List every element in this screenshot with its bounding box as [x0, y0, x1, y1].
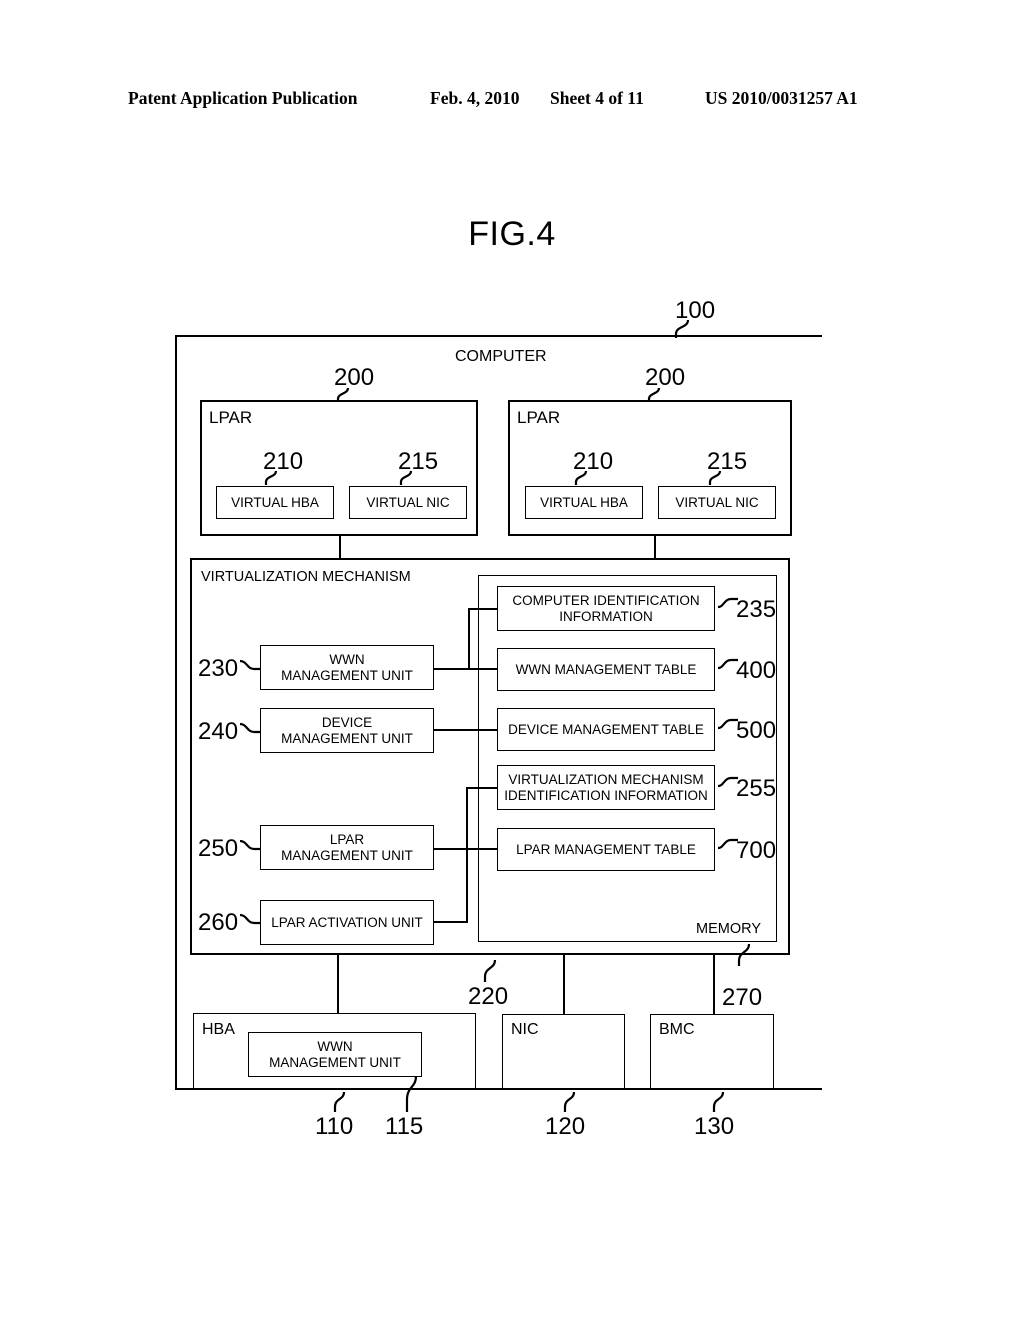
computer-box-top-edge [175, 335, 822, 337]
header-publication: Patent Application Publication [128, 88, 358, 108]
memory-ref-235: 235 [736, 596, 777, 623]
hba-inner-ref-115: 115 [385, 1113, 424, 1140]
memory-item-line2-235: INFORMATION [559, 608, 653, 624]
lpar-activation-unit-line1: LPAR ACTIVATION UNIT [271, 914, 423, 930]
hba-wwn-management-unit-line2: MANAGEMENT UNIT [269, 1054, 401, 1070]
connector-260-horizontal [434, 921, 468, 923]
memory-item-device-management-table: DEVICE MANAGEMENT TABLE [497, 708, 715, 751]
connector-vm-to-nic [563, 955, 565, 1014]
virtual-hba-label-2: VIRTUAL HBA [540, 494, 628, 510]
computer-label: COMPUTER [455, 348, 547, 365]
leader-squiggle-200-1 [336, 387, 350, 402]
memory-ref-700: 700 [736, 837, 777, 864]
connector-260-to-255 [466, 787, 497, 789]
leader-squiggle-115 [405, 1075, 418, 1112]
figure-title: FIG.4 [468, 215, 556, 253]
lpar-management-unit-line2: MANAGEMENT UNIT [281, 847, 413, 863]
lpar-label-2: LPAR [517, 408, 561, 427]
virtual-nic-label-1: VIRTUAL NIC [366, 494, 450, 510]
computer-box-left-edge [175, 335, 177, 1090]
memory-item-lpar-management-table: LPAR MANAGEMENT TABLE [497, 828, 715, 871]
memory-item-line1-255: VIRTUALIZATION MECHANISM [508, 772, 704, 788]
bmc-label: BMC [659, 1021, 695, 1038]
memory-ref-270: 270 [722, 984, 763, 1011]
leader-squiggle-110 [333, 1091, 346, 1112]
memory-item-line1-400: WWN MANAGEMENT TABLE [515, 661, 697, 677]
wwn-management-unit-line2: MANAGEMENT UNIT [281, 667, 413, 683]
hba-wwn-management-unit-box: WWN MANAGEMENT UNIT [248, 1032, 422, 1077]
hba-wwn-management-unit-line1: WWN [317, 1039, 353, 1055]
memory-label: MEMORY [696, 921, 761, 937]
memory-item-line1-700: LPAR MANAGEMENT TABLE [516, 841, 696, 857]
bmc-ref-130: 130 [694, 1113, 735, 1140]
connector-260-vertical [466, 787, 468, 923]
memory-item-line1-235: COMPUTER IDENTIFICATION [512, 593, 700, 609]
leader-squiggle-100 [674, 319, 690, 338]
leader-squiggle-230 [239, 659, 260, 671]
leader-squiggle-200-2 [647, 387, 661, 402]
device-management-unit-box: DEVICE MANAGEMENT UNIT [260, 708, 434, 753]
unit-ref-250: 250 [198, 835, 239, 862]
leader-squiggle-270 [737, 943, 751, 966]
connector-230-to-235 [468, 608, 497, 610]
connector-240-to-500 [434, 729, 497, 731]
memory-item-wwn-management-table: WWN MANAGEMENT TABLE [497, 648, 715, 691]
lpar-management-unit-line1: LPAR [329, 832, 365, 848]
leader-squiggle-220 [483, 959, 497, 982]
hba-ref-110: 110 [315, 1113, 354, 1140]
virtual-hba-box-2: VIRTUAL HBA [525, 486, 643, 519]
leader-squiggle-210-1 [264, 470, 278, 485]
leader-squiggle-120 [563, 1091, 576, 1112]
wwn-management-unit-box: WWN MANAGEMENT UNIT [260, 645, 434, 690]
memory-ref-500: 500 [736, 717, 777, 744]
connector-vm-to-bmc [713, 955, 715, 1014]
leader-squiggle-130 [712, 1091, 725, 1112]
unit-ref-260: 260 [198, 909, 239, 936]
unit-ref-240: 240 [198, 718, 239, 745]
connector-lpar1-to-vm [339, 536, 341, 558]
memory-item-line2-255: IDENTIFICATION INFORMATION [504, 787, 708, 803]
memory-item-line1-500: DEVICE MANAGEMENT TABLE [508, 721, 704, 737]
virtual-hba-label-1: VIRTUAL HBA [231, 494, 319, 510]
lpar-management-unit-box: LPAR MANAGEMENT UNIT [260, 825, 434, 870]
memory-ref-400: 400 [736, 657, 777, 684]
leader-squiggle-215-1 [399, 470, 413, 485]
leader-squiggle-215-2 [708, 470, 722, 485]
connector-230-branch-vertical [468, 608, 470, 670]
nic-ref-120: 120 [545, 1113, 586, 1140]
wwn-management-unit-line1: WWN [329, 652, 365, 668]
device-management-unit-line1: DEVICE [321, 715, 373, 731]
connector-230-to-400 [434, 668, 497, 670]
device-management-unit-line2: MANAGEMENT UNIT [281, 730, 413, 746]
virtualization-mechanism-ref-220: 220 [468, 983, 509, 1010]
memory-ref-255: 255 [736, 775, 777, 802]
virtual-nic-box-2: VIRTUAL NIC [658, 486, 776, 519]
header-document-number: US 2010/0031257 A1 [705, 88, 858, 108]
page-header: Patent Application Publication Feb. 4, 2… [0, 88, 1024, 112]
lpar-activation-unit-box: LPAR ACTIVATION UNIT [260, 900, 434, 945]
leader-squiggle-250 [239, 839, 260, 851]
virtual-nic-label-2: VIRTUAL NIC [675, 494, 759, 510]
lpar-label-1: LPAR [209, 408, 253, 427]
memory-item-computer-identification-information: COMPUTER IDENTIFICATION INFORMATION [497, 586, 715, 631]
leader-squiggle-260 [239, 913, 260, 925]
leader-squiggle-240 [239, 722, 260, 734]
leader-squiggle-210-2 [574, 470, 588, 485]
header-date: Feb. 4, 2010 [430, 88, 520, 108]
unit-ref-230: 230 [198, 655, 239, 682]
virtualization-mechanism-label: VIRTUALIZATION MECHANISM [201, 569, 411, 585]
virtual-nic-box-1: VIRTUAL NIC [349, 486, 467, 519]
virtual-hba-box-1: VIRTUAL HBA [216, 486, 334, 519]
nic-label: NIC [511, 1021, 539, 1038]
connector-vm-to-hba [337, 955, 339, 1013]
memory-item-virtualization-mechanism-identification-information: VIRTUALIZATION MECHANISM IDENTIFICATION … [497, 765, 715, 810]
connector-lpar2-to-vm [654, 536, 656, 558]
hba-label: HBA [202, 1021, 235, 1038]
patent-figure-page: Patent Application Publication Feb. 4, 2… [0, 0, 1024, 1320]
header-sheet: Sheet 4 of 11 [550, 88, 644, 108]
